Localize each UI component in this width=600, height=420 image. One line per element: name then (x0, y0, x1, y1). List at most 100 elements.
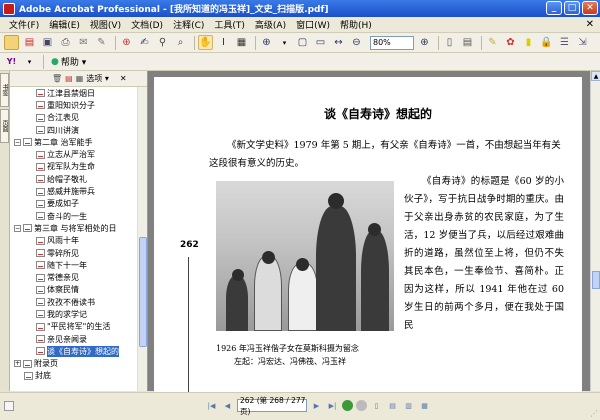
bookmark-item[interactable]: 感威并施带兵 (10, 185, 138, 197)
delete-bookmark-icon[interactable]: 🗑 (52, 74, 62, 83)
yahoo-icon[interactable]: Y! (4, 54, 19, 69)
snapshot-icon[interactable]: ▦ (234, 35, 249, 50)
bookmark-scrollbar[interactable] (137, 87, 147, 391)
bookmark-label: 风雨十年 (47, 236, 79, 246)
zoom-chevron-icon[interactable]: ▾ (277, 35, 292, 50)
highlight-icon[interactable]: ▮ (521, 35, 536, 50)
select-tool-icon[interactable]: I (216, 35, 231, 50)
minimize-button[interactable]: _ (546, 1, 562, 15)
page-thumbnail-icon[interactable] (4, 401, 14, 411)
document-scrollbar[interactable]: ▲ (590, 71, 600, 391)
bookmark-item[interactable]: − 第三章 与将军相处的日 (10, 222, 138, 234)
stamp-icon[interactable]: ✿ (503, 35, 518, 50)
single-page-icon[interactable]: ▯ (442, 35, 457, 50)
find-icon[interactable]: ⌕ (173, 35, 188, 50)
scroll-thumb[interactable] (139, 237, 147, 347)
sign-icon[interactable]: ✍ (137, 35, 152, 50)
zoom-in-icon[interactable]: ⊕ (259, 35, 274, 50)
create-pdf-icon[interactable]: ▤ (22, 35, 37, 50)
yahoo-menu-chevron-icon[interactable]: ▾ (22, 54, 37, 69)
document-close-button[interactable]: ✕ (586, 19, 594, 30)
zoom-in-plus-icon[interactable]: ⊕ (417, 35, 432, 50)
tab-bookmarks[interactable]: 书签 (0, 73, 9, 107)
bookmark-item[interactable]: 给帽子敬礼 (10, 173, 138, 185)
continuous-facing-icon[interactable]: ▦ (418, 400, 431, 412)
expand-toggle-icon[interactable]: − (14, 138, 21, 146)
bookmark-item[interactable]: 四川讲演 (10, 124, 138, 136)
previous-view-icon[interactable] (342, 400, 353, 411)
continuous-icon[interactable]: ▤ (460, 35, 475, 50)
zoom-out-icon[interactable]: ⊖ (349, 35, 364, 50)
bookmark-item[interactable]: 我的求学记 (10, 308, 138, 320)
next-page-icon[interactable]: ▶ (310, 400, 323, 412)
facing-view-icon[interactable]: ▥ (402, 400, 415, 412)
menu-document[interactable]: 文档(D) (126, 18, 168, 31)
help-button[interactable]: ● 帮助 ▾ (51, 55, 86, 69)
menu-window[interactable]: 窗口(W) (291, 18, 335, 31)
zoom-level-field[interactable]: 80% (370, 35, 414, 50)
menu-edit[interactable]: 编辑(E) (44, 18, 85, 31)
bookmark-options-button[interactable]: 选项 ▾ (86, 73, 109, 84)
menu-view[interactable]: 视图(V) (85, 18, 126, 31)
bookmark-item[interactable]: 奋斗的一生 (10, 210, 138, 222)
email-icon[interactable]: ✉ (76, 35, 91, 50)
bookmark-item[interactable]: 孜孜不倦读书 (10, 296, 138, 308)
menu-tools[interactable]: 工具(T) (209, 18, 250, 31)
scroll-up-icon[interactable]: ▲ (591, 71, 600, 81)
bookmark-item[interactable]: 随下十一年 (10, 259, 138, 271)
menu-advanced[interactable]: 高级(A) (250, 18, 291, 31)
previous-page-icon[interactable]: ◀ (221, 400, 234, 412)
last-page-icon[interactable]: ▶| (326, 400, 339, 412)
resize-grip-icon[interactable]: ⋰ (590, 409, 598, 418)
close-panel-icon[interactable]: ✕ (120, 74, 127, 83)
bookmark-item[interactable]: 封底 (10, 370, 138, 382)
menu-file[interactable]: 文件(F) (4, 18, 44, 31)
continuous-view-icon[interactable]: ▤ (386, 400, 399, 412)
save-icon[interactable]: ▣ (40, 35, 55, 50)
bookmark-item[interactable]: 风雨十年 (10, 235, 138, 247)
expand-toggle-icon[interactable]: + (14, 360, 21, 368)
bookmark-item[interactable]: 立志从严治军 (10, 148, 138, 160)
print-icon[interactable]: ⎙ (58, 35, 73, 50)
bookmark-item[interactable]: 重阳知识分子 (10, 99, 138, 111)
new-bookmark-icon[interactable]: ▤ (65, 74, 73, 83)
actual-size-icon[interactable]: ▢ (295, 35, 310, 50)
menu-comments[interactable]: 注释(C) (168, 18, 209, 31)
bookmark-item[interactable]: 零碎所见 (10, 247, 138, 259)
bookmark-item[interactable]: "平民将军"的生活 (10, 321, 138, 333)
maximize-button[interactable]: □ (564, 1, 580, 15)
single-page-view-icon[interactable]: ▯ (370, 400, 383, 412)
secure-icon[interactable]: ⊕ (119, 35, 134, 50)
hand-tool-icon[interactable]: ✋ (198, 35, 213, 50)
lock-icon[interactable]: 🔒 (539, 35, 554, 50)
first-page-icon[interactable]: |◀ (205, 400, 218, 412)
open-icon[interactable] (4, 35, 19, 50)
menu-help[interactable]: 帮助(H) (335, 18, 377, 31)
close-button[interactable]: ✕ (582, 1, 598, 15)
document-area[interactable]: 谈《自寿诗》想起的 《新文学史料》1979 年第 5 期上，有父亲《自寿诗》一首… (148, 71, 590, 397)
bookmark-item[interactable]: − 第二章 治军能手 (10, 136, 138, 148)
search-icon[interactable]: ⚲ (155, 35, 170, 50)
bookmark-item[interactable]: 体察民情 (10, 284, 138, 296)
scroll-thumb[interactable] (592, 271, 600, 289)
expand-toggle-icon[interactable]: − (14, 224, 21, 232)
forms-icon[interactable]: ☰ (557, 35, 572, 50)
expand-bookmark-icon[interactable]: ▦ (76, 74, 84, 83)
bookmark-item[interactable]: 江津县禁烟日 (10, 87, 138, 99)
bookmark-item[interactable]: 常德亲见 (10, 271, 138, 283)
bookmark-item[interactable]: 合江表见 (10, 112, 138, 124)
next-view-icon[interactable] (356, 400, 367, 411)
fit-width-icon[interactable]: ↔ (331, 35, 346, 50)
bookmark-label: 江津县禁烟日 (47, 88, 95, 98)
fit-page-icon[interactable]: ▭ (313, 35, 328, 50)
bookmark-item[interactable]: 要成如子 (10, 198, 138, 210)
attach-icon[interactable]: ✎ (94, 35, 109, 50)
bookmark-item[interactable]: 视军队为生命 (10, 161, 138, 173)
page-number-field[interactable]: 262 (第 268 / 277 页) (237, 396, 307, 416)
bookmark-item[interactable]: + 附录页 (10, 358, 138, 370)
bookmark-item[interactable]: 亲见亲闻录 (10, 333, 138, 345)
comment-icon[interactable]: ✎ (485, 35, 500, 50)
tab-pages[interactable]: 页面 (0, 109, 9, 143)
tasks-icon[interactable]: ⇲ (575, 35, 590, 50)
bookmark-item[interactable]: 谈《自寿诗》想起的 (10, 345, 138, 357)
